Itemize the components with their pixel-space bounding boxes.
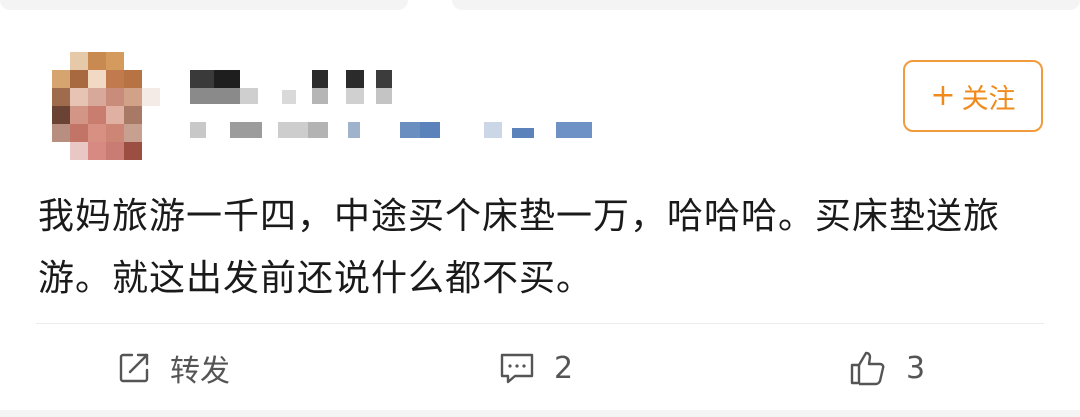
comment-button[interactable]: 2 [498, 340, 573, 396]
card-separator [0, 410, 1080, 417]
previous-card-edge [0, 0, 1080, 12]
user-avatar[interactable] [52, 52, 160, 160]
comment-count: 2 [554, 350, 574, 386]
like-button[interactable]: 3 [848, 340, 925, 396]
share-icon [116, 350, 152, 386]
plus-icon: + [930, 78, 956, 113]
repost-label: 转发 [170, 354, 230, 389]
comment-icon [498, 350, 536, 386]
repost-button[interactable]: 转发 [116, 340, 230, 396]
post-meta-redacted [190, 118, 610, 148]
divider [36, 323, 1044, 324]
like-count: 3 [906, 350, 926, 386]
user-name-redacted[interactable] [190, 68, 430, 108]
follow-button-label: 关注 [961, 83, 1016, 115]
follow-button[interactable]: + 关注 [903, 60, 1043, 132]
post-text: 我妈旅游一千四，中途买个床垫一万，哈哈哈。买床垫送旅游。就这出发前还说什么都不买… [38, 196, 1001, 299]
thumbs-up-icon [848, 349, 888, 387]
